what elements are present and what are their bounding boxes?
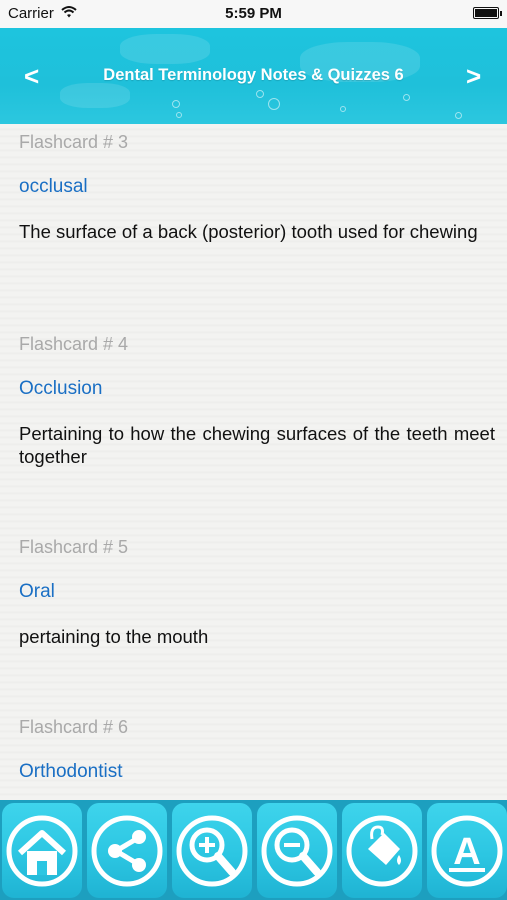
- bubble-decoration: [172, 100, 180, 108]
- bubble-decoration: [403, 94, 410, 101]
- flashcard-definition: The surface of a back (posterior) tooth …: [19, 221, 478, 242]
- bubble-decoration: [455, 112, 462, 119]
- zoom-in-button[interactable]: [172, 803, 252, 898]
- flashcard-term: Orthodontist: [19, 761, 123, 782]
- page-title: Dental Terminology Notes & Quizzes 6: [103, 66, 404, 84]
- flashcard: Flashcard # 4 Occlusion Pertaining to ho…: [19, 334, 495, 467]
- bubble-decoration: [256, 90, 264, 98]
- flashcard-definition: pertaining to the mouth: [19, 626, 209, 647]
- flashcard-number: Flashcard # 3: [19, 132, 129, 152]
- font-icon: A: [431, 815, 503, 887]
- bubble-decoration: [176, 112, 182, 118]
- flashcard-number: Flashcard # 4: [19, 334, 129, 354]
- flashcard: Flashcard # 5 Oral pertaining to the mou…: [19, 537, 495, 647]
- map-decoration: [120, 34, 210, 64]
- flashcard-term: occlusal: [19, 176, 88, 197]
- home-button[interactable]: [2, 803, 82, 898]
- bubble-decoration: [340, 106, 346, 112]
- paint-bucket-icon: [346, 815, 418, 887]
- flashcard-number: Flashcard # 5: [19, 537, 129, 557]
- bottom-toolbar: A: [0, 800, 507, 900]
- clock: 5:59 PM: [225, 5, 282, 22]
- flashcard-term: Oral: [19, 581, 55, 602]
- zoom-in-icon: [176, 815, 248, 887]
- theme-color-button[interactable]: [342, 803, 422, 898]
- font-glyph: A: [453, 831, 480, 873]
- share-button[interactable]: [87, 803, 167, 898]
- map-decoration: [60, 83, 130, 108]
- flashcard-definition: Pertaining to how the chewing surfaces o…: [19, 423, 495, 467]
- share-icon: [91, 815, 163, 887]
- font-size-button[interactable]: A: [427, 803, 507, 898]
- flashcard-number: Flashcard # 6: [19, 717, 129, 737]
- bubble-decoration: [268, 98, 280, 110]
- flashcard-term: Occlusion: [19, 378, 103, 399]
- battery-icon: [473, 7, 502, 19]
- next-button[interactable]: >: [466, 61, 481, 92]
- status-bar: Carrier 5:59 PM: [0, 0, 507, 28]
- flashcard: Flashcard # 3 occlusal The surface of a …: [19, 132, 495, 242]
- flashcard: Flashcard # 6 Orthodontist: [19, 717, 495, 782]
- home-icon: [6, 815, 78, 887]
- nav-bar: < Dental Terminology Notes & Quizzes 6 >: [0, 28, 507, 124]
- zoom-out-icon: [261, 815, 333, 887]
- flashcard-list[interactable]: Flashcard # 3 occlusal The surface of a …: [0, 124, 507, 800]
- zoom-out-button[interactable]: [257, 803, 337, 898]
